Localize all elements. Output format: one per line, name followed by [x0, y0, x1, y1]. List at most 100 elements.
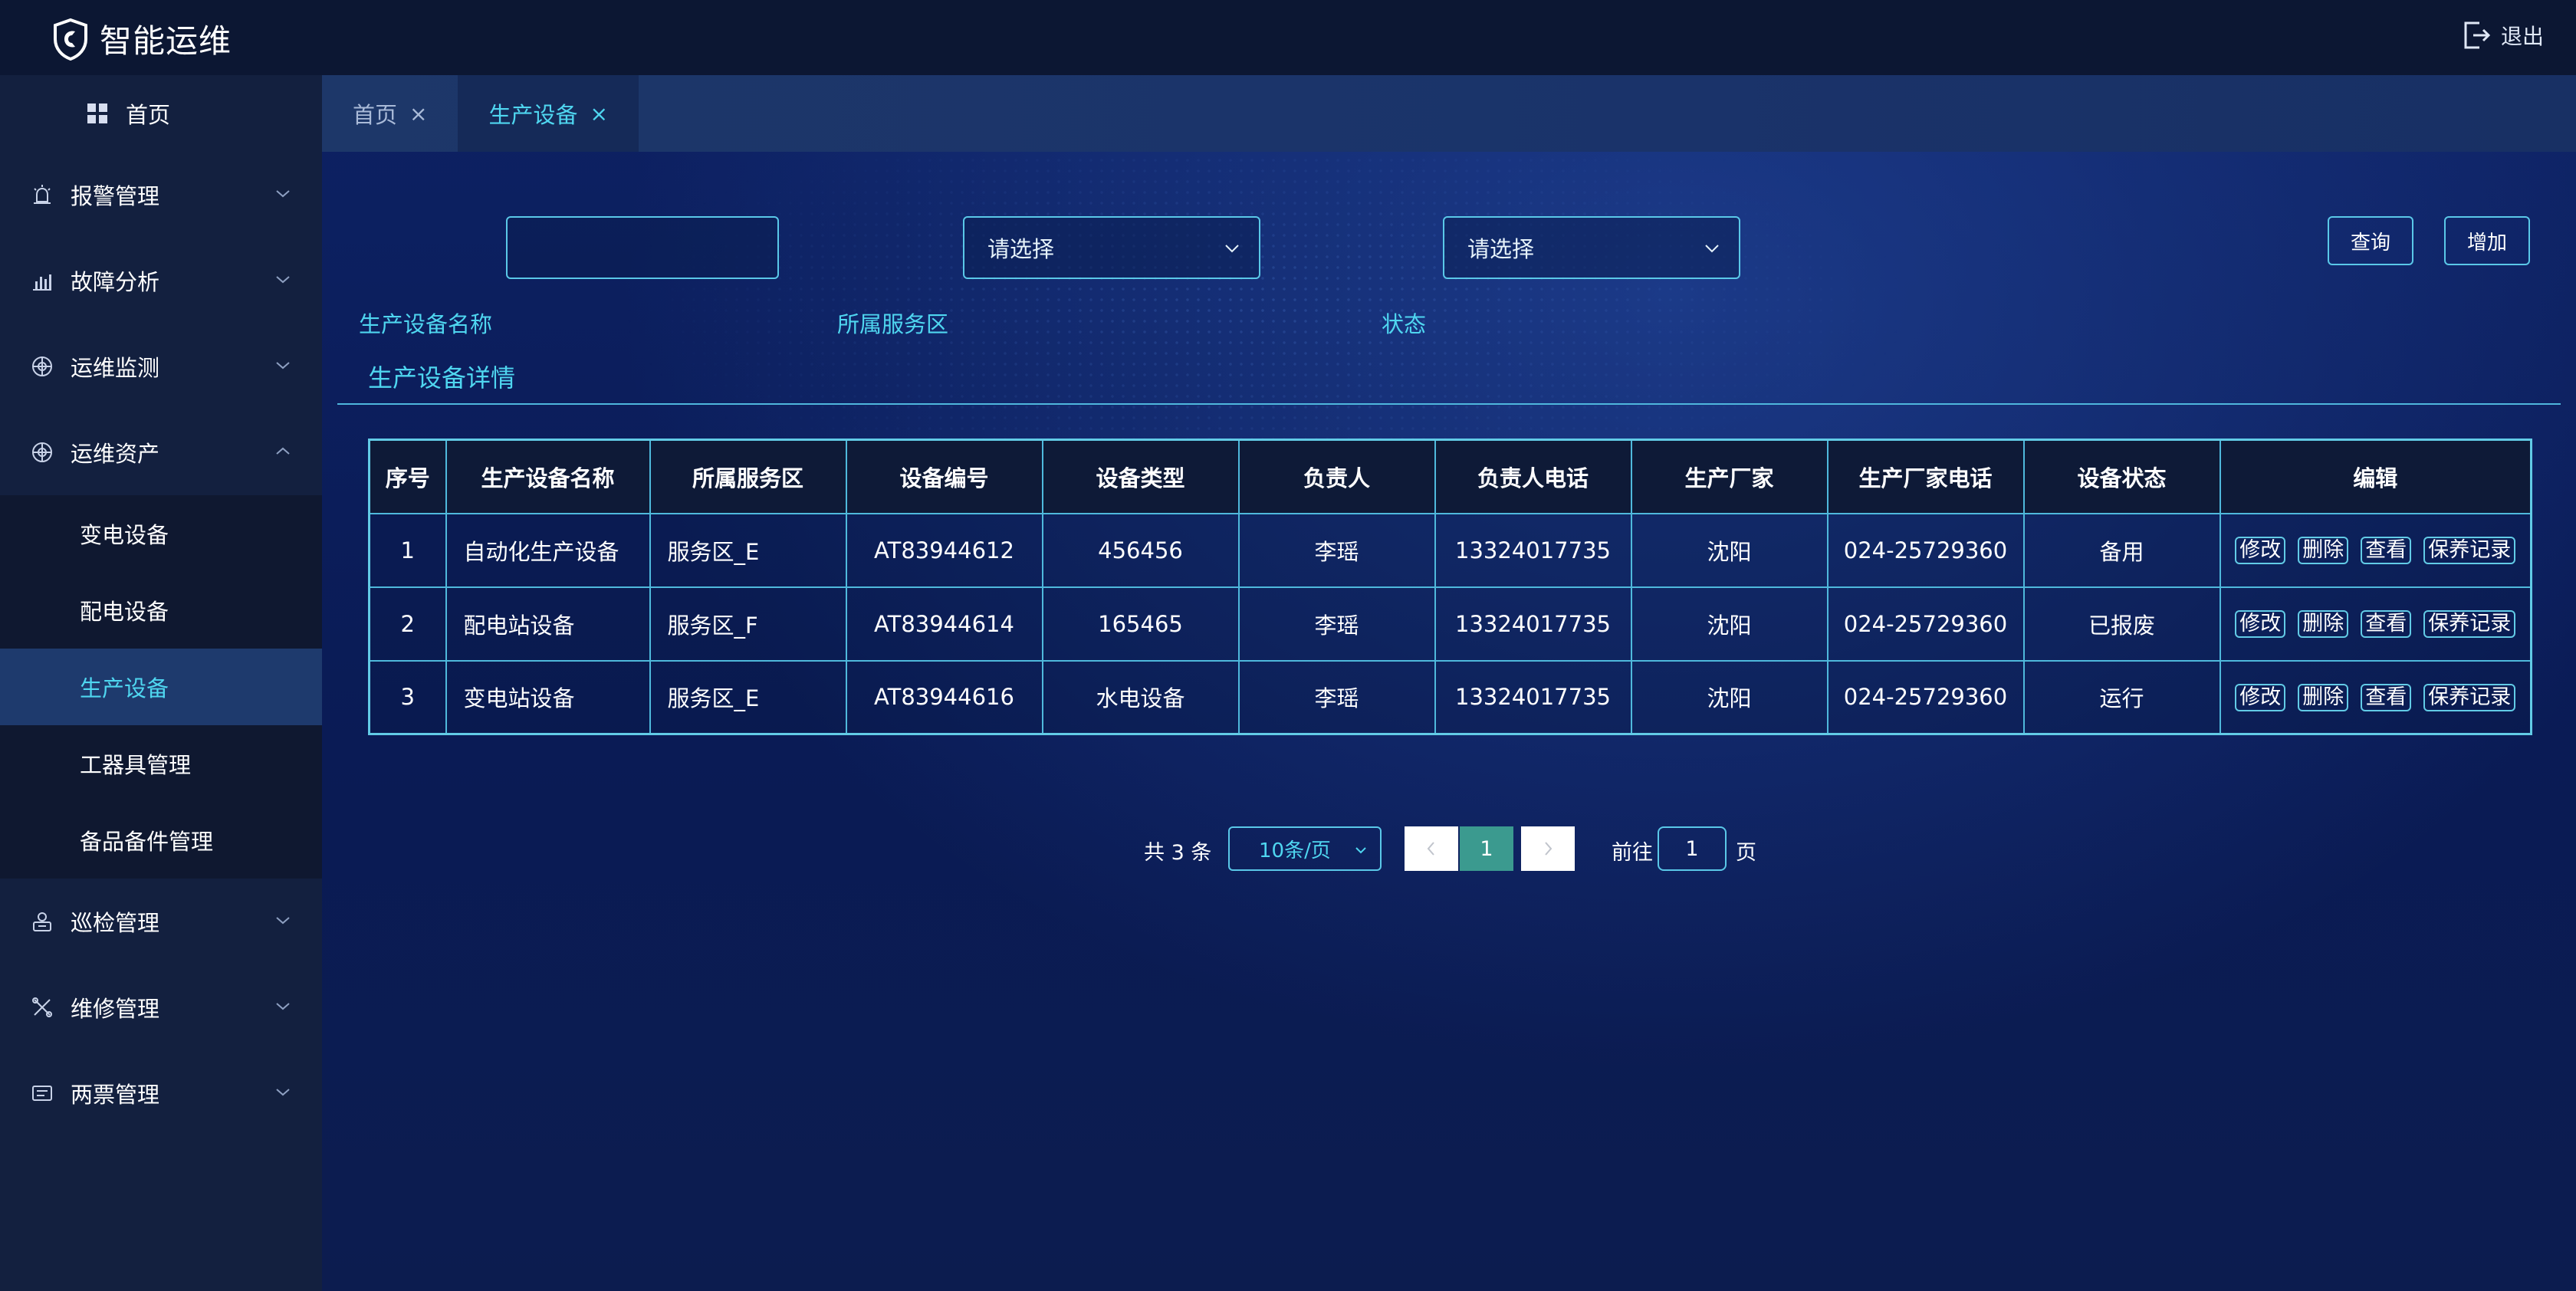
table-cell: 服务区_E — [649, 659, 847, 735]
close-icon[interactable]: × — [590, 101, 608, 126]
sidebar-item-label: 报警管理 — [71, 183, 160, 209]
grid-icon — [87, 103, 107, 123]
sidebar-item-assets[interactable]: 运维资产 — [0, 409, 322, 495]
chevron-right-icon — [1545, 842, 1552, 856]
sidebar-item-monitor[interactable]: 运维监测 — [0, 324, 322, 409]
table-actions-cell: 修改 删除 查看 保养记录 — [2219, 586, 2532, 662]
equipment-name-label: 生产设备名称 — [359, 311, 493, 337]
page-size-select[interactable]: 10条/页 — [1228, 826, 1382, 871]
edit-button[interactable]: 修改 — [2235, 537, 2286, 564]
chevron-left-icon — [1427, 842, 1434, 856]
table-cell: 沈阳 — [1630, 586, 1829, 662]
delete-button[interactable]: 删除 — [2298, 683, 2349, 711]
tab-home[interactable]: 首页 × — [322, 75, 458, 152]
add-button[interactable]: 增加 — [2444, 216, 2530, 265]
sidebar-subitem-label: 配电设备 — [80, 599, 169, 625]
status-select[interactable]: 请选择 — [1443, 216, 1740, 279]
delete-button[interactable]: 删除 — [2298, 537, 2349, 564]
equipment-name-input[interactable] — [506, 216, 779, 279]
table-header-cell: 负责人电话 — [1434, 439, 1632, 514]
tab-label: 生产设备 — [488, 102, 578, 128]
tab-label: 首页 — [353, 102, 398, 128]
table-actions-cell: 修改 删除 查看 保养记录 — [2219, 512, 2532, 588]
table-cell: 13324017735 — [1434, 512, 1632, 588]
delete-button[interactable]: 删除 — [2298, 610, 2349, 638]
sidebar-subitem-label: 备品备件管理 — [80, 829, 214, 855]
sidebar-subitem-spare-parts[interactable]: 备品备件管理 — [0, 802, 322, 879]
sidebar-item-label: 巡检管理 — [71, 910, 160, 936]
logout-button[interactable]: 退出 — [2459, 18, 2544, 52]
sidebar-item-fault[interactable]: 故障分析 — [0, 238, 322, 324]
close-icon[interactable]: × — [409, 101, 427, 126]
chevron-down-icon — [1225, 245, 1239, 253]
goto-page-input[interactable] — [1658, 826, 1727, 871]
table-cell: 165465 — [1041, 586, 1240, 662]
table-cell: 服务区_F — [649, 586, 847, 662]
table-cell: AT83944616 — [845, 659, 1043, 735]
maintenance-record-button[interactable]: 保养记录 — [2423, 537, 2516, 564]
sidebar-subitem-label: 工器具管理 — [80, 752, 192, 778]
table-cell: 运行 — [2022, 659, 2221, 735]
app-logo: 智能运维 — [52, 15, 232, 62]
view-button[interactable]: 查看 — [2361, 610, 2412, 638]
query-button[interactable]: 查询 — [2328, 216, 2413, 265]
table-header-row: 序号 生产设备名称 所属服务区 设备编号 设备类型 负责人 负责人电话 生产厂家… — [368, 439, 2532, 514]
tab-production-equipment[interactable]: 生产设备 × — [458, 75, 639, 152]
logout-icon — [2464, 21, 2491, 49]
table-header-cell: 设备编号 — [845, 439, 1043, 514]
table-row: 2 配电站设备 服务区_F AT83944614 165465 李瑶 13324… — [368, 586, 2532, 662]
table-cell: 服务区_E — [649, 512, 847, 588]
table-cell: 2 — [368, 586, 447, 662]
sidebar-subitem-substation[interactable]: 变电设备 — [0, 495, 322, 572]
table-header-cell: 所属服务区 — [649, 439, 847, 514]
main-content: 首页 × 生产设备 × 生产设备名称 所属服务区 请选择 状态 请选择 查询 增… — [322, 75, 2576, 1291]
page-number-current[interactable]: 1 — [1460, 826, 1513, 871]
table-cell: 自动化生产设备 — [445, 512, 651, 588]
edit-button[interactable]: 修改 — [2235, 610, 2286, 638]
chevron-down-icon — [276, 1089, 290, 1096]
service-zone-label: 所属服务区 — [837, 311, 949, 337]
equipment-table: 序号 生产设备名称 所属服务区 设备编号 设备类型 负责人 负责人电话 生产厂家… — [368, 439, 2532, 735]
sidebar-subitem-label: 变电设备 — [80, 522, 169, 548]
page-unit-label: 页 — [1736, 841, 1756, 865]
table-row: 3 变电站设备 服务区_E AT83944616 水电设备 李瑶 1332401… — [368, 659, 2532, 735]
edit-button[interactable]: 修改 — [2235, 683, 2286, 711]
chevron-down-icon — [276, 276, 290, 284]
maintenance-record-button[interactable]: 保养记录 — [2423, 610, 2516, 638]
sidebar-item-label: 维修管理 — [71, 996, 160, 1022]
table-cell: 13324017735 — [1434, 659, 1632, 735]
prev-page-button[interactable] — [1405, 826, 1458, 871]
service-zone-select[interactable]: 请选择 — [963, 216, 1260, 279]
table-header-cell: 编辑 — [2219, 439, 2532, 514]
table-cell: AT83944614 — [845, 586, 1043, 662]
sidebar: 首页 报警管理 故障分析 运维监测 运维资产 变电设备 配电设备 生产设备 工器… — [0, 75, 322, 1291]
table-cell: 配电站设备 — [445, 586, 651, 662]
sidebar-subitem-distribution[interactable]: 配电设备 — [0, 572, 322, 649]
table-cell: 李瑶 — [1237, 512, 1436, 588]
status-label: 状态 — [1382, 311, 1427, 337]
sidebar-subitem-tools[interactable]: 工器具管理 — [0, 725, 322, 802]
sidebar-item-alarm[interactable]: 报警管理 — [0, 152, 322, 238]
maintenance-record-button[interactable]: 保养记录 — [2423, 683, 2516, 711]
service-zone-placeholder: 请选择 — [987, 236, 1055, 262]
table-row: 1 自动化生产设备 服务区_E AT83944612 456456 李瑶 133… — [368, 512, 2532, 588]
tab-bar: 首页 × 生产设备 × — [322, 75, 2576, 152]
table-header-cell: 生产厂家 — [1630, 439, 1829, 514]
table-cell: 024-25729360 — [1826, 512, 2025, 588]
sidebar-item-tickets[interactable]: 两票管理 — [0, 1050, 322, 1136]
view-button[interactable]: 查看 — [2361, 537, 2412, 564]
table-cell: 024-25729360 — [1826, 659, 2025, 735]
next-page-button[interactable] — [1521, 826, 1575, 871]
sidebar-subitem-production[interactable]: 生产设备 — [0, 649, 322, 725]
pagination: 共 3 条 10条/页 1 前往 页 — [322, 826, 2576, 872]
table-cell: 李瑶 — [1237, 659, 1436, 735]
chevron-down-icon — [276, 190, 290, 198]
view-button[interactable]: 查看 — [2361, 683, 2412, 711]
chevron-down-icon — [1355, 847, 1366, 854]
sidebar-item-home[interactable]: 首页 — [0, 75, 322, 152]
table-header-cell: 设备类型 — [1041, 439, 1240, 514]
sidebar-item-repair[interactable]: 维修管理 — [0, 964, 322, 1050]
chevron-down-icon — [276, 917, 290, 925]
sidebar-item-inspection[interactable]: 巡检管理 — [0, 879, 322, 964]
bar-chart-icon — [33, 274, 51, 291]
